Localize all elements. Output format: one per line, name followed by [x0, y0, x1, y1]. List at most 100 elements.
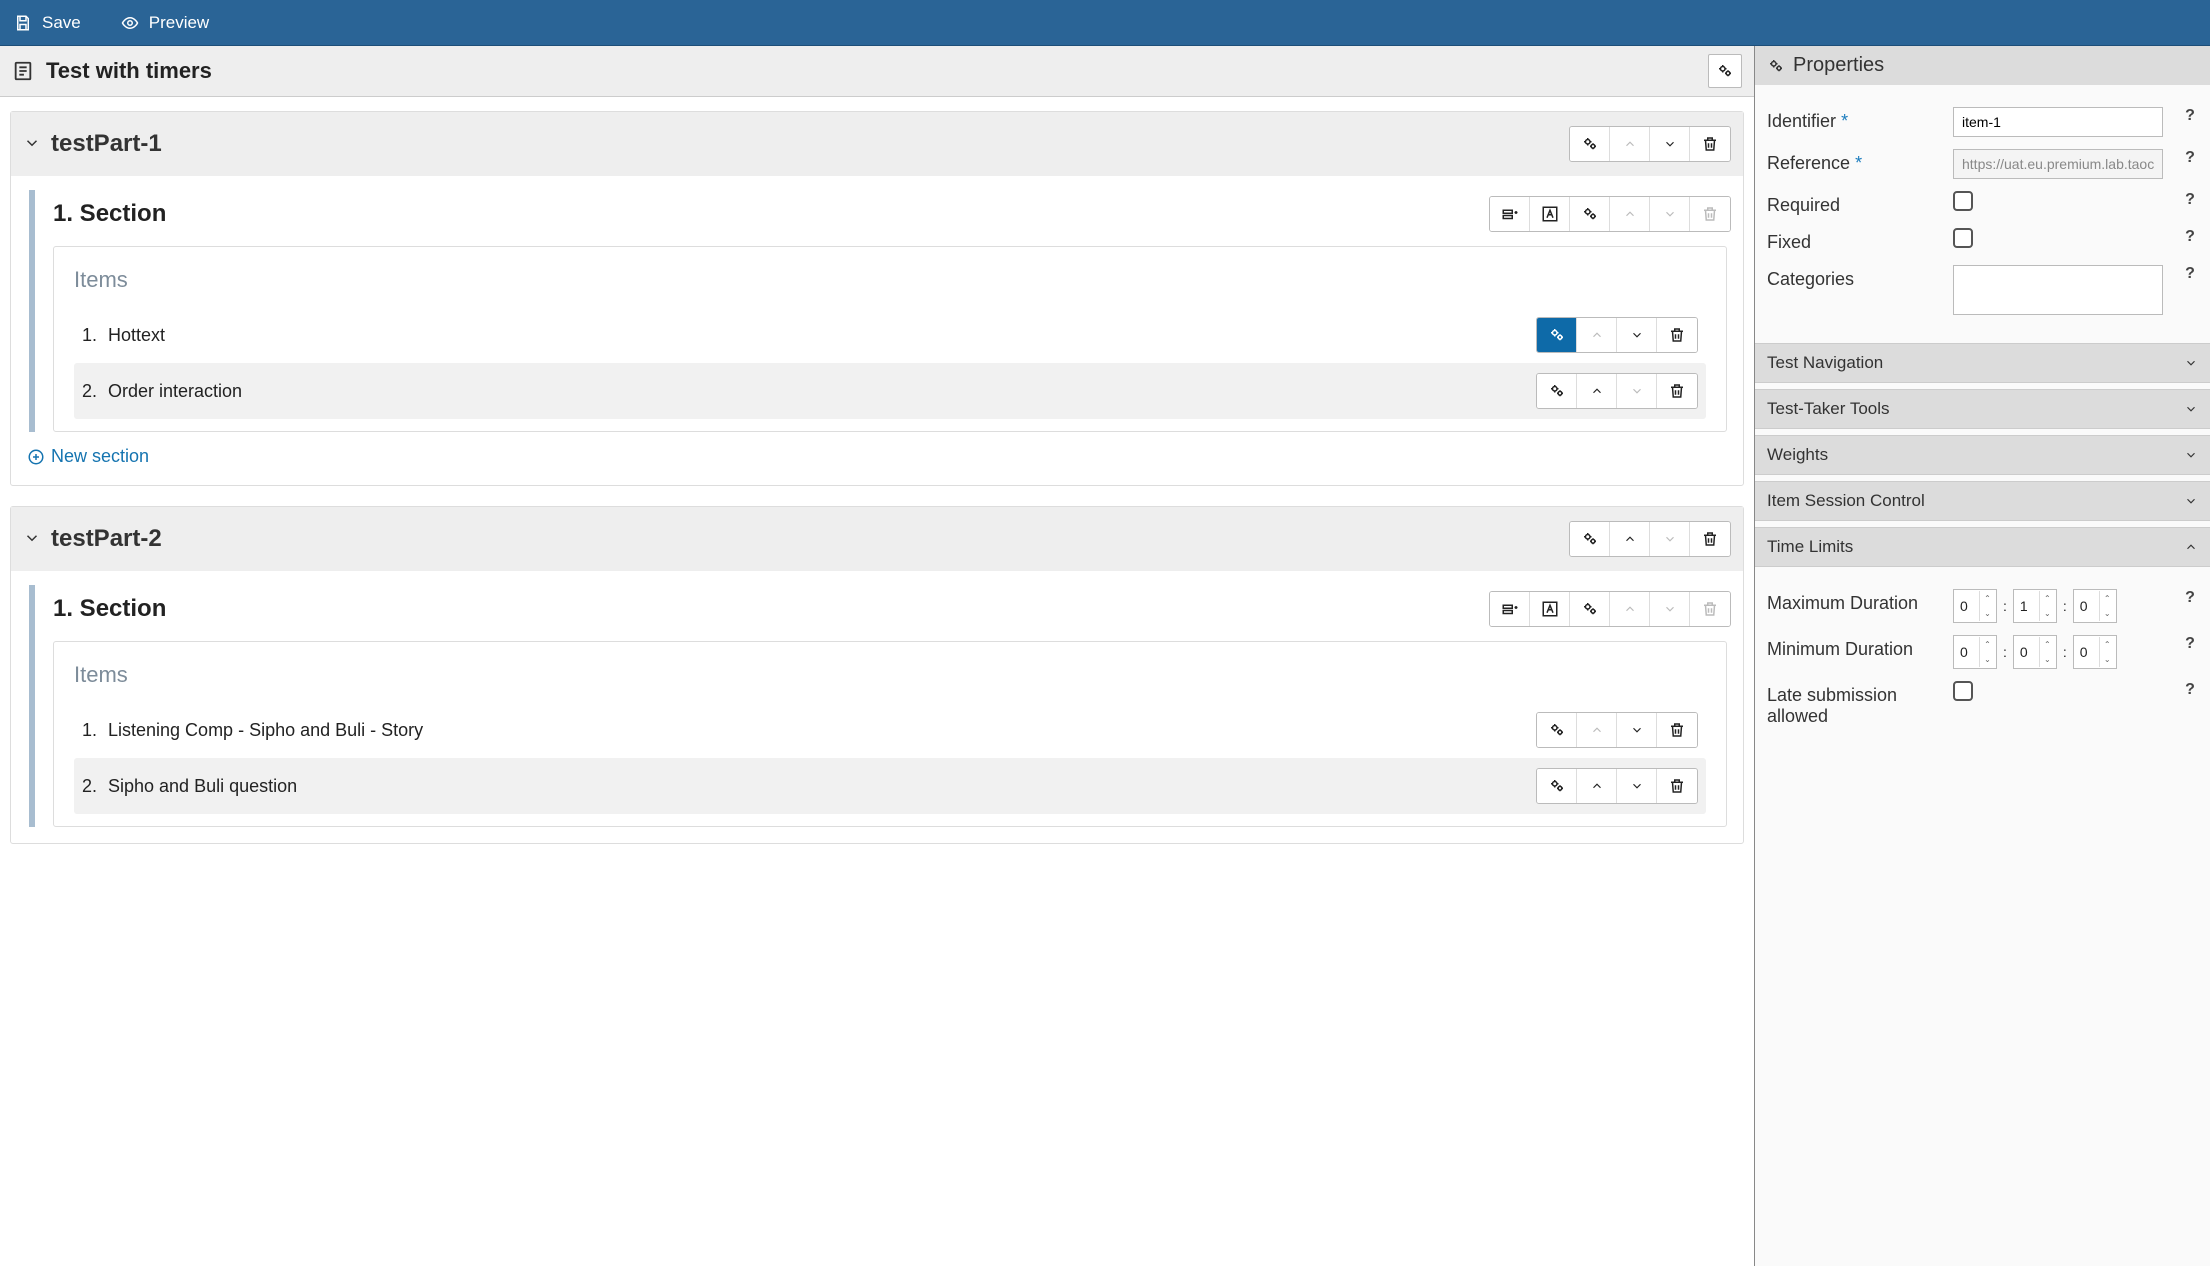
duration-hours-input[interactable]: 0⌃⌄ [1953, 589, 1997, 623]
item-delete-button[interactable] [1657, 769, 1697, 803]
new-section-button[interactable]: New section [11, 434, 1743, 471]
section-settings-button[interactable] [1570, 592, 1610, 626]
part-settings-button[interactable] [1570, 127, 1610, 161]
spin-up[interactable]: ⌃ [1979, 591, 1995, 606]
prop-label: Reference * [1767, 149, 1943, 174]
accordion-time-limits[interactable]: Time Limits [1755, 527, 2210, 567]
accordion-test-navigation[interactable]: Test Navigation [1755, 343, 2210, 383]
duration-minutes-input[interactable]: 0⌃⌄ [2013, 635, 2057, 669]
test-settings-button[interactable] [1708, 54, 1742, 88]
prop-row-categories: Categories ? [1767, 265, 2198, 315]
chevron-down-icon [2184, 356, 2198, 370]
gears-icon [1548, 326, 1566, 344]
prop-label: Fixed [1767, 228, 1943, 253]
section-rubric-button[interactable] [1530, 592, 1570, 626]
part-collapse-toggle[interactable] [23, 529, 41, 550]
chevron-up-icon [1623, 532, 1637, 546]
help-button[interactable]: ? [2182, 228, 2198, 246]
part-actions [1569, 126, 1731, 162]
test-title-bar: Test with timers [0, 46, 1754, 97]
part-delete-button[interactable] [1690, 522, 1730, 556]
gears-icon [1548, 382, 1566, 400]
help-button[interactable]: ? [2182, 149, 2198, 167]
part-card: testPart-1 1. Section [10, 111, 1744, 486]
help-button[interactable]: ? [2182, 107, 2198, 125]
help-button[interactable]: ? [2182, 191, 2198, 209]
item-delete-button[interactable] [1657, 374, 1697, 408]
trash-icon [1668, 382, 1686, 400]
duration-hours-input[interactable]: 0⌃⌄ [1953, 635, 1997, 669]
item-settings-button[interactable] [1537, 318, 1577, 352]
chevron-up-icon [1623, 602, 1637, 616]
help-button[interactable]: ? [2182, 589, 2198, 607]
prop-label: Identifier * [1767, 107, 1943, 132]
save-icon [14, 14, 32, 32]
help-button[interactable]: ? [2182, 265, 2198, 283]
item-delete-button[interactable] [1657, 318, 1697, 352]
item-settings-button[interactable] [1537, 769, 1577, 803]
main-pane: Test with timers testPart-1 [0, 46, 1755, 1266]
part-collapse-toggle[interactable] [23, 134, 41, 155]
section-add-item-button[interactable] [1490, 592, 1530, 626]
chevron-up-icon [1590, 779, 1604, 793]
part-move-up-button[interactable] [1610, 522, 1650, 556]
item-row[interactable]: 2. Order interaction [74, 363, 1706, 419]
spin-up[interactable]: ⌃ [2099, 591, 2115, 606]
spin-up[interactable]: ⌃ [2039, 637, 2055, 652]
help-button[interactable]: ? [2182, 681, 2198, 699]
item-row[interactable]: 2. Sipho and Buli question [74, 758, 1706, 814]
new-section-label: New section [51, 446, 149, 467]
item-actions [1536, 768, 1698, 804]
fixed-checkbox[interactable] [1953, 228, 1973, 248]
spin-up[interactable]: ⌃ [1979, 637, 1995, 652]
categories-input[interactable] [1953, 265, 2163, 315]
part-body: 1. Section Items 1. [11, 571, 1743, 843]
spin-down[interactable]: ⌄ [2099, 652, 2115, 667]
chevron-up-icon [1590, 384, 1604, 398]
duration-seconds-input[interactable]: 0⌃⌄ [2073, 589, 2117, 623]
spin-up[interactable]: ⌃ [2039, 591, 2055, 606]
help-button[interactable]: ? [2182, 635, 2198, 653]
item-move-down-button[interactable] [1617, 713, 1657, 747]
section-settings-button[interactable] [1570, 197, 1610, 231]
section-rubric-button[interactable] [1530, 197, 1570, 231]
item-row[interactable]: 1. Hottext [74, 307, 1706, 363]
item-move-down-button[interactable] [1617, 769, 1657, 803]
topbar: Save Preview [0, 0, 2210, 46]
save-button[interactable]: Save [14, 13, 81, 33]
duration-minutes-input[interactable]: 1⌃⌄ [2013, 589, 2057, 623]
item-actions [1536, 712, 1698, 748]
trash-icon [1701, 600, 1719, 618]
trash-icon [1668, 777, 1686, 795]
part-settings-button[interactable] [1570, 522, 1610, 556]
properties-pane: Properties Identifier * ? Reference * ? … [1755, 46, 2210, 1266]
item-settings-button[interactable] [1537, 374, 1577, 408]
accordion-item-session-control[interactable]: Item Session Control [1755, 481, 2210, 521]
duration-seconds-input[interactable]: 0⌃⌄ [2073, 635, 2117, 669]
section-add-item-button[interactable] [1490, 197, 1530, 231]
accordion-weights[interactable]: Weights [1755, 435, 2210, 475]
item-delete-button[interactable] [1657, 713, 1697, 747]
spin-down[interactable]: ⌄ [1979, 652, 1995, 667]
spin-down[interactable]: ⌄ [2099, 606, 2115, 621]
required-checkbox[interactable] [1953, 191, 1973, 211]
part-delete-button[interactable] [1690, 127, 1730, 161]
item-move-up-button[interactable] [1577, 374, 1617, 408]
spin-up[interactable]: ⌃ [2099, 637, 2115, 652]
spin-down[interactable]: ⌄ [2039, 652, 2055, 667]
accordion-test-taker-tools[interactable]: Test-Taker Tools [1755, 389, 2210, 429]
chevron-up-icon [1590, 328, 1604, 342]
preview-button[interactable]: Preview [121, 13, 209, 33]
item-move-down-button[interactable] [1617, 318, 1657, 352]
part-move-down-button[interactable] [1650, 127, 1690, 161]
spin-down[interactable]: ⌄ [2039, 606, 2055, 621]
chevron-down-icon [2184, 494, 2198, 508]
item-row[interactable]: 1. Listening Comp - Sipho and Buli - Sto… [74, 702, 1706, 758]
item-name: Order interaction [108, 381, 1536, 402]
late-submission-checkbox[interactable] [1953, 681, 1973, 701]
item-move-up-button[interactable] [1577, 769, 1617, 803]
identifier-input[interactable] [1953, 107, 2163, 137]
item-settings-button[interactable] [1537, 713, 1577, 747]
item-name: Sipho and Buli question [108, 776, 1536, 797]
spin-down[interactable]: ⌄ [1979, 606, 1995, 621]
